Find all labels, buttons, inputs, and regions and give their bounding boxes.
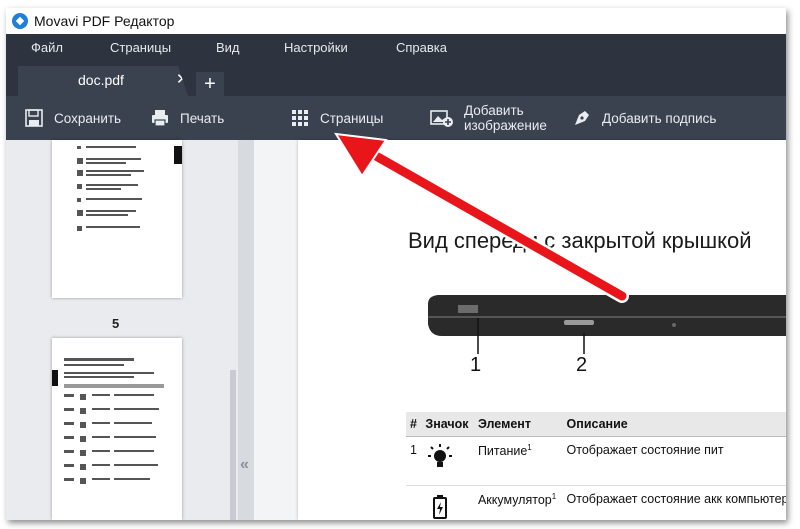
- page-thumbnails-panel: 5 «: [6, 140, 254, 520]
- table-row: 1 Питание1 Отображает состояние пит: [406, 436, 786, 486]
- movavi-logo-icon: [12, 13, 28, 29]
- tab-bar: doc.pdf ✕ +: [6, 60, 786, 98]
- thumbnail-content: [77, 146, 182, 231]
- collapse-panel-button[interactable]: «: [240, 456, 249, 474]
- col-header-element: Элемент: [473, 412, 563, 437]
- add-image-label-1: Добавить: [464, 103, 524, 118]
- pdf-page: Вид спереди с закрытой крышкой 1 2 # Зна…: [298, 140, 786, 520]
- col-header-num: #: [406, 412, 422, 437]
- window-title: Movavi PDF Редактор: [34, 13, 175, 29]
- floppy-disk-icon: [25, 109, 43, 127]
- save-button[interactable]: Сохранить: [24, 96, 121, 140]
- page-thumbnail-5[interactable]: [52, 338, 182, 520]
- battery-icon: [433, 495, 448, 519]
- power-light-icon: [428, 444, 453, 467]
- thumbnail-content: [52, 358, 164, 484]
- document-view: Вид спереди с закрытой крышкой 1 2 # Зна…: [254, 140, 786, 520]
- components-table: # Значок Элемент Описание 1 Питание1 Ото…: [406, 412, 786, 520]
- row-element: Аккумулятор: [477, 493, 552, 508]
- table-row: Аккумулятор1 Отображает состояние акк ко…: [406, 485, 786, 520]
- menu-settings[interactable]: Настройки: [284, 40, 348, 55]
- row-num: [406, 485, 422, 520]
- save-label: Сохранить: [54, 110, 122, 126]
- row-element: Питание: [477, 444, 528, 459]
- toolbar: Сохранить Печать Страницы Добавить изобр…: [6, 96, 786, 140]
- pages-label: Страницы: [320, 110, 384, 126]
- menu-pages[interactable]: Страницы: [110, 40, 171, 55]
- printer-icon: [152, 110, 168, 127]
- add-image-button[interactable]: Добавить изображение: [430, 96, 547, 140]
- add-tab-button[interactable]: +: [196, 72, 224, 98]
- tab-doc[interactable]: doc.pdf ✕: [18, 66, 188, 96]
- row-num: 1: [406, 436, 422, 486]
- menu-view[interactable]: Вид: [216, 40, 240, 55]
- pages-button[interactable]: Страницы: [290, 96, 383, 140]
- col-header-description: Описание: [562, 412, 786, 437]
- menu-help[interactable]: Справка: [396, 40, 447, 55]
- title-bar: Movavi PDF Редактор: [6, 8, 786, 34]
- print-button[interactable]: Печать: [150, 96, 224, 140]
- tab-label: doc.pdf: [78, 72, 124, 88]
- footnote-marker: 1: [551, 492, 557, 501]
- pen-icon: [575, 111, 589, 125]
- menu-file[interactable]: Файл: [31, 40, 63, 55]
- close-icon[interactable]: ✕: [176, 70, 188, 88]
- grid-icon: [292, 110, 308, 126]
- menu-bar: Файл Страницы Вид Настройки Справка: [6, 34, 786, 60]
- page-thumbnail-4[interactable]: [52, 140, 182, 298]
- add-image-label-2: изображение: [464, 118, 547, 133]
- app-window: Movavi PDF Редактор Файл Страницы Вид На…: [6, 8, 786, 520]
- add-image-icon: [430, 110, 453, 127]
- sidebar-scrollbar-thumb[interactable]: [230, 370, 236, 520]
- row-description: Отображает состояние акк компьютера: [562, 485, 786, 520]
- page-number-label: 5: [112, 316, 120, 331]
- add-signature-label: Добавить подпись: [602, 110, 717, 126]
- callout-1: 1: [470, 354, 482, 376]
- add-signature-button[interactable]: Добавить подпись: [572, 96, 716, 140]
- col-header-icon: Значок: [421, 412, 474, 437]
- print-label: Печать: [180, 110, 225, 126]
- callout-2: 2: [576, 354, 588, 376]
- row-description: Отображает состояние пит: [562, 436, 786, 486]
- footnote-marker: 1: [527, 443, 532, 452]
